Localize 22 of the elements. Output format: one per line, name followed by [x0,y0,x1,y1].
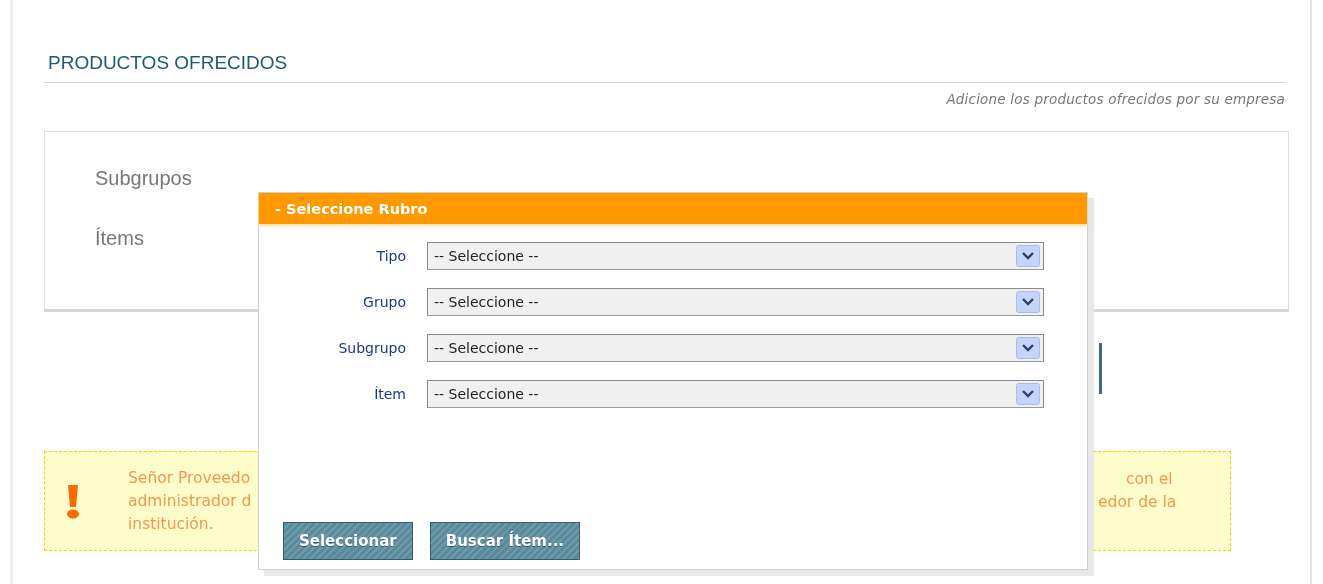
chevron-icon [1016,383,1040,405]
select-field[interactable]: -- Seleccione -- [427,242,1044,270]
chevron-icon [1016,337,1040,359]
field-label: Subgrupos [95,166,193,191]
dialog-button[interactable]: Seleccionar [283,522,413,560]
select-field[interactable]: -- Seleccione -- [427,288,1044,316]
field-label: Subgrupo [337,338,406,358]
dialog-title: - Seleccione Rubro [259,193,1087,224]
section-subtitle: Adicione los productos ofrecidos por su empresa [945,89,1285,109]
notice-text: Señor Proveedo administrador d institución. [128,467,252,535]
field-label: Grupo [362,292,406,312]
dialog-button[interactable]: Buscar Ítem... [429,522,581,560]
notice-text: con el edor de la [1098,469,1177,513]
exclamation-icon [66,483,80,519]
field-label: Ítems [95,226,145,251]
chevron-icon [1016,291,1040,313]
select-field[interactable]: -- Seleccione -- [427,380,1044,408]
field-label: Tipo [375,246,406,266]
select-field[interactable]: -- Seleccione -- [427,334,1044,362]
section-title: PRODUCTOS OFRECIDOS [48,52,289,75]
chevron-icon [1016,245,1040,267]
field-label: Ítem [373,384,406,404]
